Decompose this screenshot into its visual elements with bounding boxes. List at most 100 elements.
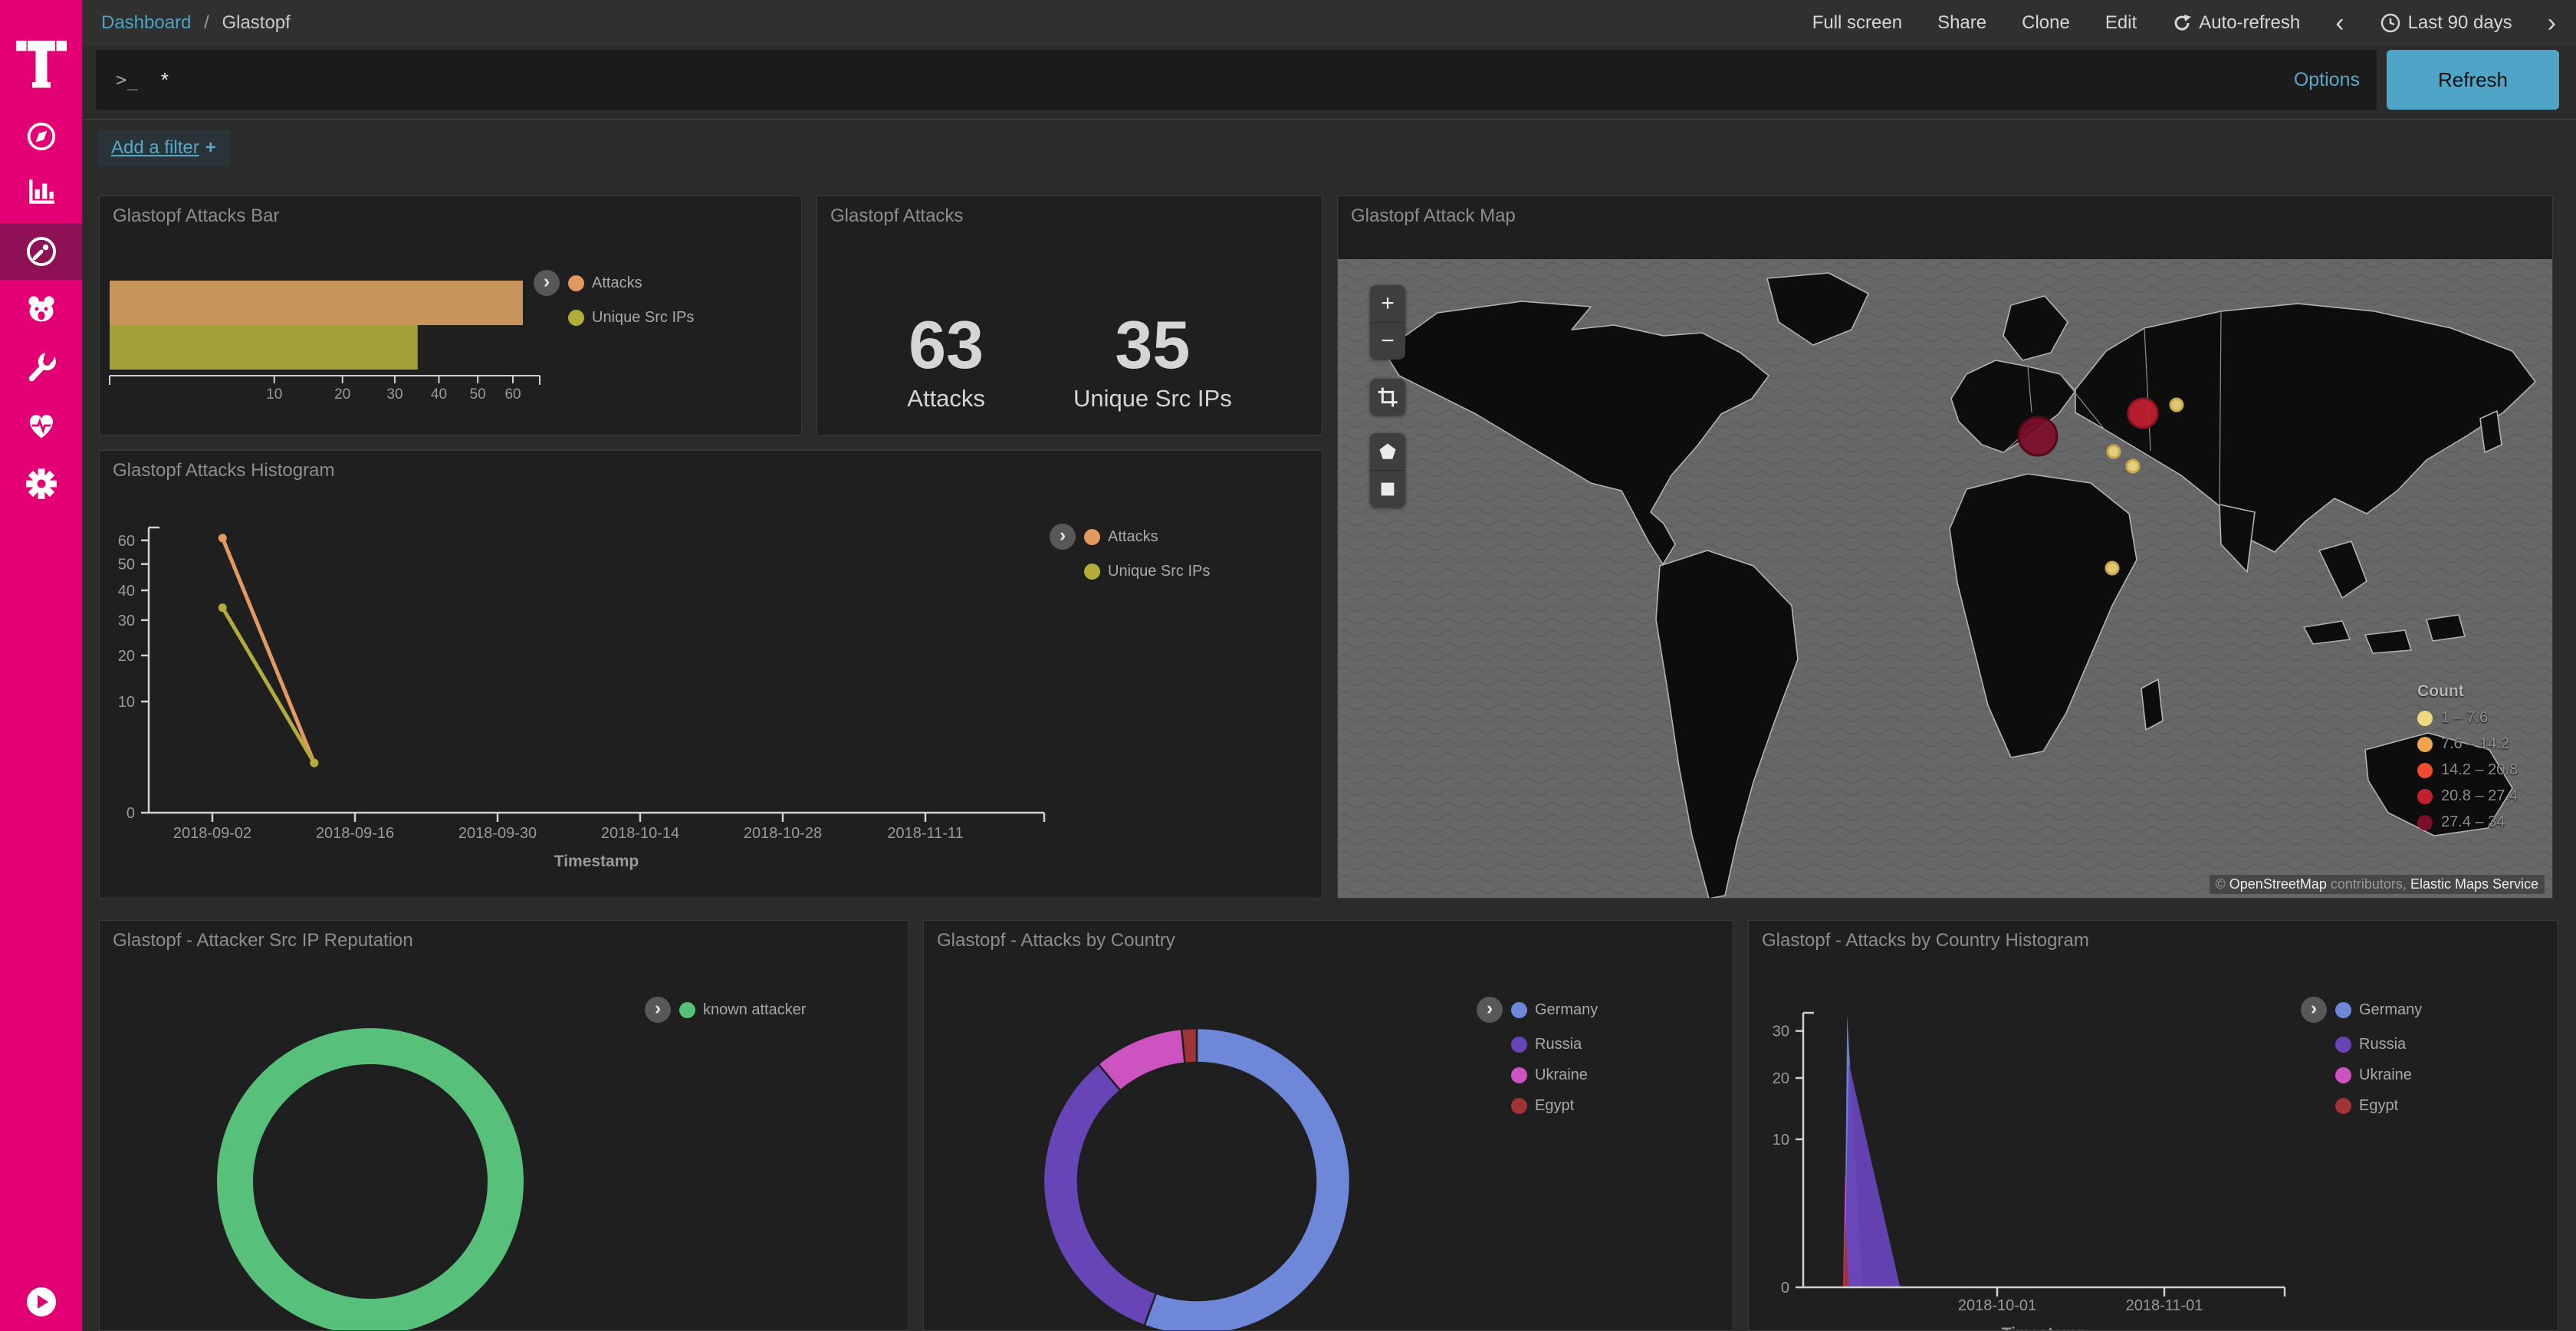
play-arrow-icon bbox=[38, 1295, 48, 1309]
full-screen-button[interactable]: Full screen bbox=[1812, 12, 1902, 34]
panel-attacks-metric: Glastopf Attacks 63 Attacks 35 Unique Sr… bbox=[816, 196, 1322, 435]
sidebar-item-visualize[interactable] bbox=[0, 163, 82, 220]
svg-text:30: 30 bbox=[1773, 1024, 1789, 1040]
panel-attacks-histogram: Glastopf Attacks Histogram 0102030405060… bbox=[99, 450, 1322, 899]
panel-title: Glastopf - Attacks by Country Histogram bbox=[1762, 930, 2089, 951]
zoom-in-button[interactable]: + bbox=[1370, 285, 1405, 322]
svg-text:40: 40 bbox=[118, 583, 135, 600]
refresh-cycle-icon bbox=[2172, 13, 2192, 33]
legend-item[interactable]: Russia bbox=[1511, 1036, 1598, 1053]
legend-item[interactable]: Egypt bbox=[2335, 1097, 2422, 1115]
add-filter-button[interactable]: Add a filter+ bbox=[97, 130, 230, 166]
auto-refresh-button[interactable]: Auto-refresh bbox=[2172, 12, 2300, 34]
legend-item[interactable]: Attacks bbox=[1084, 528, 1158, 546]
draw-rectangle-icon[interactable] bbox=[1370, 470, 1405, 508]
legend: › Germany Russia Ukraine Egypt bbox=[1477, 997, 1598, 1115]
query-bar: >_ * Options Refresh bbox=[82, 46, 2576, 120]
panel-title: Glastopf Attacks bbox=[830, 205, 963, 227]
plus-icon: + bbox=[205, 137, 216, 158]
time-forward-button[interactable]: › bbox=[2548, 10, 2556, 36]
legend-dot bbox=[2335, 1037, 2351, 1053]
sidebar-item-management[interactable] bbox=[0, 455, 82, 512]
osm-link[interactable]: OpenStreetMap bbox=[2229, 876, 2327, 892]
fit-bounds-icon[interactable] bbox=[1370, 379, 1405, 416]
legend-item[interactable]: Unique Src IPs bbox=[568, 309, 694, 327]
legend-toggle-chevron-icon[interactable]: › bbox=[1477, 997, 1503, 1023]
panel-title: Glastopf Attack Map bbox=[1351, 205, 1516, 227]
kibana-dashboard: Dashboard / Glastopf Full screen Share C… bbox=[0, 0, 2576, 1331]
panel-src-ip-reputation: Glastopf - Attacker Src IP Reputation › … bbox=[99, 920, 909, 1331]
panel-title: Glastopf - Attacker Src IP Reputation bbox=[113, 930, 413, 951]
time-range-picker[interactable]: Last 90 days bbox=[2380, 12, 2512, 34]
svg-text:2018-09-30: 2018-09-30 bbox=[458, 825, 537, 842]
ems-link[interactable]: Elastic Maps Service bbox=[2410, 876, 2538, 892]
search-input[interactable]: >_ * Options bbox=[96, 50, 2377, 110]
heartbeat-icon bbox=[25, 409, 58, 442]
time-back-button[interactable]: ‹ bbox=[2335, 10, 2344, 36]
sidebar-item-dev-tools[interactable] bbox=[0, 340, 82, 396]
legend-toggle-chevron-icon[interactable]: › bbox=[645, 997, 671, 1023]
legend-item[interactable]: Germany bbox=[1511, 1001, 1598, 1019]
legend-dot bbox=[2417, 763, 2433, 778]
legend-dot bbox=[679, 1002, 695, 1018]
donut-chart[interactable] bbox=[100, 921, 909, 1331]
legend-dot bbox=[1084, 529, 1100, 545]
sidebar-item-honeypot[interactable] bbox=[0, 281, 82, 338]
refresh-button[interactable]: Refresh bbox=[2387, 50, 2559, 110]
svg-text:50: 50 bbox=[118, 557, 135, 573]
wrench-icon bbox=[25, 352, 58, 384]
legend-toggle-chevron-icon[interactable]: › bbox=[534, 270, 560, 296]
legend-item: 20.8 – 27.4 bbox=[2417, 787, 2518, 805]
sidebar-item-discover[interactable] bbox=[0, 108, 82, 165]
panel-attacks-by-country-histogram: Glastopf - Attacks by Country Histogram … bbox=[1748, 920, 2558, 1331]
legend: › Attacks Unique Src IPs bbox=[1050, 524, 1210, 580]
legend-item[interactable]: Germany bbox=[2335, 1001, 2422, 1019]
legend-dot bbox=[1511, 1098, 1527, 1114]
legend-dot bbox=[1511, 1067, 1527, 1083]
zoom-out-button[interactable]: − bbox=[1370, 322, 1405, 360]
panel-title: Glastopf Attacks Histogram bbox=[113, 460, 334, 481]
svg-text:2018-09-02: 2018-09-02 bbox=[173, 825, 251, 842]
legend: › Attacks Unique Src IPs bbox=[534, 270, 694, 327]
legend-dot bbox=[2335, 1067, 2351, 1083]
breadcrumb-dashboard[interactable]: Dashboard bbox=[101, 12, 191, 33]
panel-title: Glastopf Attacks Bar bbox=[113, 205, 279, 227]
legend-item[interactable]: Egypt bbox=[1511, 1097, 1598, 1115]
svg-text:20: 20 bbox=[334, 386, 350, 403]
sidebar-item-dashboard[interactable] bbox=[0, 223, 82, 280]
legend-item[interactable]: known attacker bbox=[679, 1001, 807, 1019]
share-button[interactable]: Share bbox=[1937, 12, 1986, 34]
t-mobile-logo[interactable] bbox=[0, 14, 82, 113]
legend-item[interactable]: Ukraine bbox=[1511, 1066, 1598, 1084]
collapse-sidebar-button[interactable] bbox=[27, 1287, 56, 1316]
options-link[interactable]: Options bbox=[2294, 69, 2360, 91]
metric-unique-src-ips: 35 Unique Src IPs bbox=[1073, 311, 1232, 412]
legend-item[interactable]: Attacks bbox=[568, 274, 642, 292]
edit-button[interactable]: Edit bbox=[2105, 12, 2137, 34]
line-chart[interactable]: 01020304050602018-09-022018-09-162018-09… bbox=[100, 451, 1322, 899]
donut-chart[interactable] bbox=[924, 921, 1733, 1331]
draw-polygon-icon[interactable] bbox=[1370, 433, 1405, 470]
legend-dot bbox=[1511, 1037, 1527, 1053]
clone-button[interactable]: Clone bbox=[2022, 12, 2070, 34]
legend: › Germany Russia Ukraine Egypt bbox=[2301, 997, 2422, 1115]
svg-text:0: 0 bbox=[1781, 1280, 1789, 1296]
legend-item: 1 – 7.6 bbox=[2417, 709, 2518, 727]
svg-text:2018-10-14: 2018-10-14 bbox=[601, 825, 679, 842]
legend-toggle-chevron-icon[interactable]: › bbox=[2301, 997, 2327, 1023]
legend-item[interactable]: Unique Src IPs bbox=[1084, 563, 1210, 580]
legend-item[interactable]: Russia bbox=[2335, 1036, 2422, 1053]
area-chart[interactable]: 01020302018-10-012018-11-01Timestamp bbox=[1749, 921, 2558, 1331]
svg-text:30: 30 bbox=[386, 386, 402, 403]
legend-toggle-chevron-icon[interactable]: › bbox=[1050, 524, 1076, 550]
bear-icon bbox=[25, 293, 58, 327]
legend-item[interactable]: Ukraine bbox=[2335, 1066, 2422, 1084]
compass-icon bbox=[25, 120, 58, 153]
sidebar-item-monitoring[interactable] bbox=[0, 397, 82, 454]
map-fit-control bbox=[1370, 379, 1405, 416]
legend-dot bbox=[2417, 789, 2433, 804]
panel-attacks-by-country: Glastopf - Attacks by Country › Germany … bbox=[923, 920, 1733, 1331]
terminal-prompt-icon: >_ bbox=[116, 69, 138, 90]
bar-chart[interactable]: 102030405060 bbox=[100, 196, 802, 435]
world-map[interactable]: + − Count 1 – 7.6 bbox=[1338, 259, 2552, 899]
